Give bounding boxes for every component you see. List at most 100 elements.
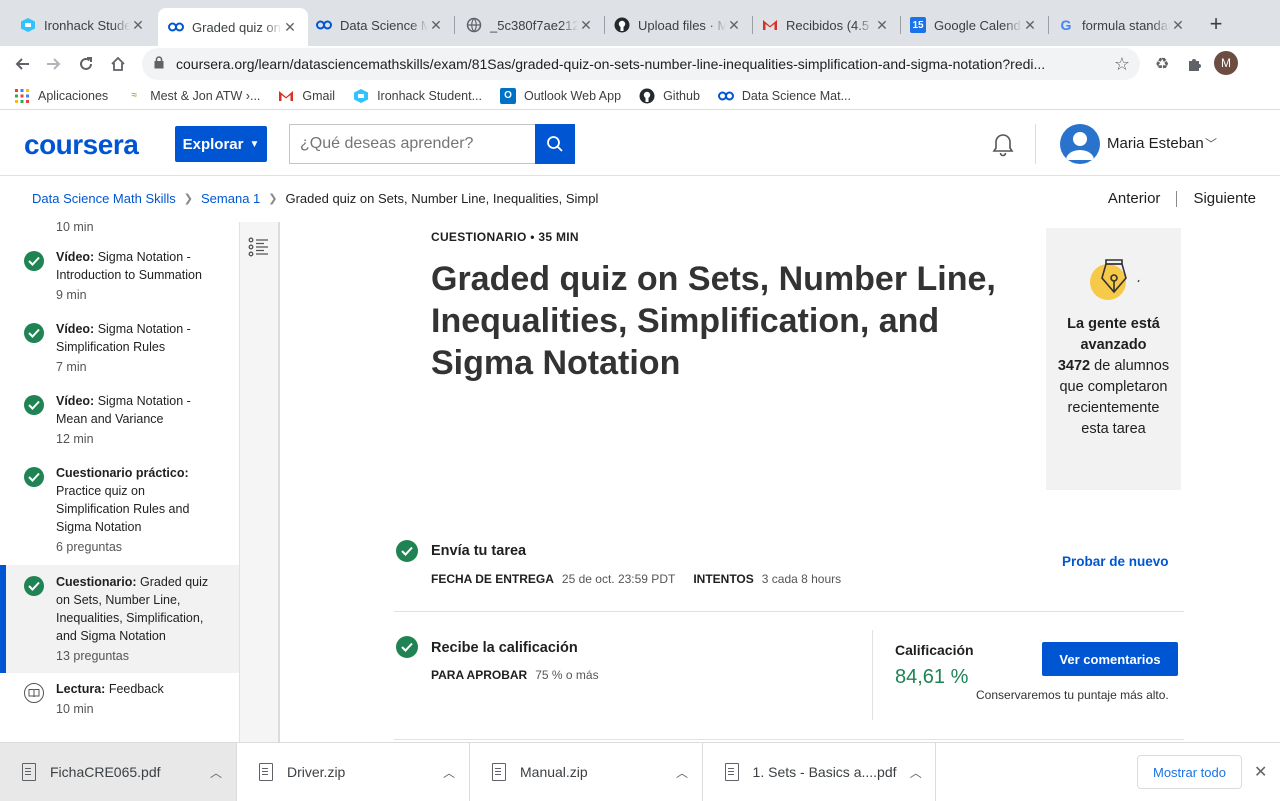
reload-icon (80, 57, 92, 70)
notifications-bell-icon[interactable] (990, 132, 1016, 158)
chevron-up-icon[interactable]: ︿ (897, 764, 936, 781)
breadcrumb-bar: Data Science Math Skills ❯ Semana 1 ❯ Gr… (0, 176, 1280, 222)
close-tab-icon[interactable]: ✕ (282, 19, 298, 36)
map-icon: ≈ (131, 90, 137, 101)
chevron-right-icon: ❯ (183, 193, 193, 205)
profile-avatar[interactable]: M (1214, 51, 1238, 75)
chevron-up-icon[interactable]: ︿ (196, 764, 236, 781)
back-button[interactable] (8, 50, 36, 78)
pdf-file-icon (725, 763, 739, 781)
highest-score-note: Conservaremos tu puntaje más alto. (976, 688, 1169, 702)
chevron-down-icon[interactable]: ﹀ (1205, 135, 1217, 152)
file-icon (22, 763, 36, 781)
browser-tabstrip: Ironhack Student Portal ✕ Graded quiz on… (0, 0, 1280, 46)
chevron-up-icon[interactable]: ︿ (429, 764, 469, 781)
bookmark-item[interactable]: ≈ Mest & Jon ATW ›... (126, 88, 260, 104)
bookmark-item[interactable]: O Outlook Web App (500, 87, 621, 104)
sidebar-item[interactable]: Vídeo: Sigma Notation - Simplification R… (0, 320, 239, 376)
close-tab-icon[interactable]: ✕ (874, 17, 890, 34)
view-feedback-button[interactable]: Ver comentarios (1042, 642, 1178, 676)
next-link[interactable]: Siguiente (1193, 190, 1256, 207)
chevron-up-icon[interactable]: ︿ (662, 764, 702, 781)
download-item[interactable]: FichaCRE065.pdf ︿ (0, 743, 237, 801)
coursera-icon (168, 19, 184, 35)
close-tab-icon[interactable]: ✕ (578, 17, 594, 34)
github-icon (614, 17, 630, 33)
browser-tab[interactable]: Recibidos (4.5 ✕ (752, 8, 900, 42)
quiz-kicker: CUESTIONARIO • 35 MIN (431, 230, 579, 244)
grade-label: Calificación (895, 642, 974, 658)
coursera-logo[interactable]: coursera (24, 129, 139, 161)
browser-tab[interactable]: Ironhack Student Portal ✕ (10, 8, 156, 42)
grade-title: Recibe la calificación (431, 640, 578, 656)
grade-value: 84,61 % (895, 666, 969, 688)
recycle-extension-icon[interactable]: ♻ (1150, 52, 1174, 76)
arrow-left-icon (15, 58, 29, 70)
breadcrumb-current: Graded quiz on Sets, Number Line, Inequa… (285, 191, 599, 206)
bookmark-item[interactable]: Github (639, 88, 700, 104)
breadcrumb-course[interactable]: Data Science Math Skills (32, 191, 176, 206)
retry-link[interactable]: Probar de nuevo (1062, 554, 1169, 569)
close-tab-icon[interactable]: ✕ (428, 17, 444, 34)
check-circle-icon (24, 395, 44, 415)
submit-assignment-row: Envía tu tarea FECHA DE ENTREGA 25 de oct… (394, 534, 1184, 612)
check-circle-icon (24, 323, 44, 343)
browser-tab-active[interactable]: Graded quiz on Sets ✕ (158, 8, 308, 46)
sidebar-item[interactable]: Vídeo: Sigma Notation - Introduction to … (0, 248, 239, 304)
sidebar-item[interactable]: Vídeo: Sigma Notation - Mean and Varianc… (0, 392, 239, 448)
puzzle-extension-icon[interactable] (1182, 52, 1206, 76)
browser-tab[interactable]: 15 Google Calendar ✕ (900, 8, 1048, 42)
coursera-icon (717, 88, 734, 104)
forward-button[interactable] (40, 50, 68, 78)
search-button[interactable] (535, 124, 575, 164)
home-icon (111, 56, 125, 71)
browser-tab[interactable]: G formula standard ✕ (1048, 8, 1196, 42)
breadcrumb-week[interactable]: Semana 1 (201, 191, 260, 206)
bookmark-star-icon[interactable]: ☆ (1104, 54, 1140, 75)
close-icon[interactable]: ✕ (1254, 762, 1267, 782)
sidebar-item-active[interactable]: Cuestionario: Graded quiz on Sets, Numbe… (0, 565, 239, 673)
browser-tab[interactable]: Data Science Math Skills ✕ (306, 8, 454, 42)
calendar-icon: 15 (910, 17, 926, 33)
close-tab-icon[interactable]: ✕ (130, 17, 146, 34)
new-tab-button[interactable]: + (1204, 12, 1228, 36)
bookmark-item[interactable]: Data Science Mat... (717, 88, 851, 104)
sidebar-item[interactable]: Lectura: Feedback 10 min (0, 680, 239, 718)
browser-tab[interactable]: _5c380f7ae212 ✕ (456, 8, 604, 42)
bookmark-item[interactable]: Gmail (278, 88, 335, 104)
gmail-icon (278, 88, 294, 104)
tab-separator (454, 16, 455, 34)
list-outline-icon[interactable] (248, 236, 270, 258)
previous-link[interactable]: Anterior (1108, 190, 1161, 207)
download-item[interactable]: Driver.zip ︿ (237, 743, 470, 801)
user-name[interactable]: Maria Esteban (1107, 135, 1204, 152)
learner-stats-card: La gente está avanzado 3472 de alumnos q… (1046, 228, 1181, 490)
browser-tab[interactable]: Upload files · Math ✕ (604, 8, 752, 42)
close-tab-icon[interactable]: ✕ (1022, 17, 1038, 34)
sidebar-item[interactable]: Cuestionario práctico: Practice quiz on … (0, 464, 239, 556)
close-tab-icon[interactable]: ✕ (726, 17, 742, 34)
close-tab-icon[interactable]: ✕ (1170, 17, 1186, 34)
home-button[interactable] (104, 50, 132, 78)
explore-button[interactable]: Explorar ▼ (175, 126, 267, 162)
check-circle-icon (24, 251, 44, 271)
check-circle-icon (24, 576, 44, 596)
submit-title: Envía tu tarea (431, 543, 527, 559)
user-avatar[interactable] (1060, 124, 1100, 164)
book-icon (24, 683, 44, 703)
download-item[interactable]: Manual.zip ︿ (470, 743, 703, 801)
bookmark-apps[interactable]: Aplicaciones (14, 88, 108, 104)
google-icon: G (1060, 17, 1072, 33)
reload-button[interactable] (72, 50, 100, 78)
prev-next-nav: Anterior Siguiente (1108, 190, 1256, 207)
address-bar[interactable]: coursera.org/learn/datasciencemathskills… (142, 48, 1140, 80)
bookmark-item[interactable]: Ironhack Student... (353, 88, 482, 104)
show-all-downloads-button[interactable]: Mostrar todo (1137, 755, 1242, 789)
header-divider (1035, 124, 1036, 164)
arrow-right-icon (47, 58, 61, 70)
download-item[interactable]: 1. Sets - Basics a....pdf ︿ (703, 743, 936, 801)
ironhack-icon (20, 17, 36, 33)
search-input[interactable] (289, 124, 535, 164)
sidebar-item-partial[interactable]: 10 min (0, 222, 239, 236)
gmail-icon (762, 17, 778, 33)
